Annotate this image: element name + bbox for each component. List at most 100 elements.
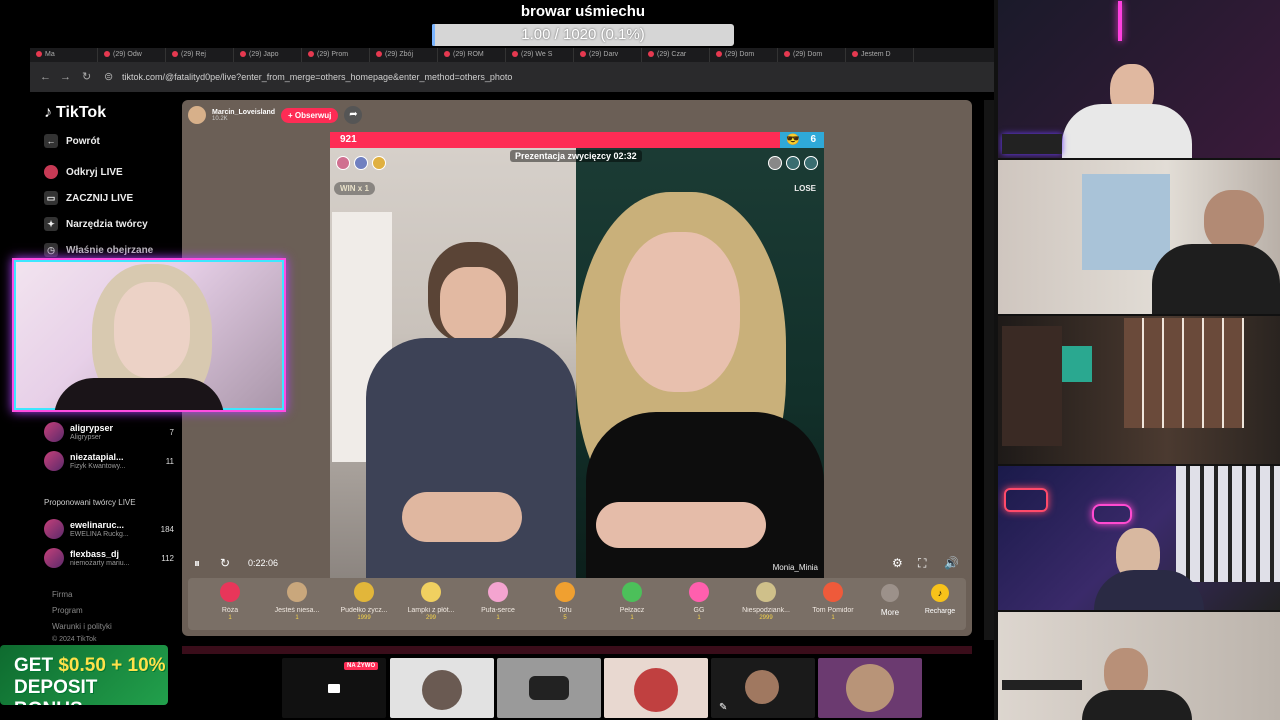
arrow-left-icon: ← bbox=[44, 134, 58, 148]
progress-bar: 1.00 / 1020 (0.1%) bbox=[432, 24, 734, 46]
window bbox=[1082, 174, 1170, 270]
stream-title: browar uśmiechu bbox=[520, 3, 646, 20]
live-thumbnail[interactable] bbox=[818, 658, 922, 718]
gift-item[interactable]: Niespodziank... 2999 bbox=[732, 582, 800, 621]
fullscreen-icon[interactable]: ⛶ bbox=[918, 556, 926, 571]
avatar bbox=[44, 519, 64, 539]
gift-name: Niespodziank... bbox=[742, 607, 790, 614]
chair bbox=[1002, 326, 1062, 446]
live-icon bbox=[44, 165, 58, 179]
gift-name: Tom Pomidor bbox=[812, 607, 854, 614]
watched-user[interactable]: aligrypser Aligrypser 7 bbox=[44, 422, 174, 442]
cam-body bbox=[1152, 244, 1280, 314]
live-thumbnail[interactable] bbox=[390, 658, 494, 718]
browser-tab[interactable]: Ma bbox=[30, 48, 98, 62]
browser-tab[interactable]: (29) Odw bbox=[98, 48, 166, 62]
reload-icon[interactable]: ↻ bbox=[82, 64, 91, 90]
surprise-icon bbox=[756, 582, 776, 602]
webcam-face bbox=[114, 282, 190, 378]
gift-item[interactable]: Tofu 5 bbox=[531, 582, 599, 621]
pause-icon[interactable]: ⏸ bbox=[194, 556, 200, 571]
sidebar-item-discover-live[interactable]: Odkryj LIVE bbox=[44, 165, 123, 179]
emoji-icon: 😎 bbox=[786, 134, 800, 146]
creeper-icon bbox=[622, 582, 642, 602]
supporter-avatar[interactable] bbox=[786, 156, 800, 170]
gift-item[interactable]: Pudełko życz... 1999 bbox=[330, 582, 398, 621]
gift-item[interactable]: Lampki z płót... 299 bbox=[397, 582, 465, 621]
browser-tab[interactable]: (29) Dom bbox=[710, 48, 778, 62]
gift-item[interactable]: GG 1 bbox=[665, 582, 733, 621]
volume-icon[interactable]: 🔊 bbox=[944, 556, 959, 570]
supporter-avatar[interactable] bbox=[804, 156, 818, 170]
host-avatar[interactable] bbox=[188, 106, 206, 124]
gift-item[interactable]: Tom Pomidor 1 bbox=[799, 582, 867, 621]
sidebar-item-creator-tools[interactable]: ✦ Narzędzia twórcy bbox=[44, 217, 148, 231]
tab-favicon-icon bbox=[240, 51, 246, 57]
browser-tab[interactable]: (29) Japo bbox=[234, 48, 302, 62]
settings-icon[interactable]: ⚙ bbox=[892, 556, 903, 570]
browser-tab[interactable]: (29) Prom bbox=[302, 48, 370, 62]
footer-link[interactable]: Warunki i polityki bbox=[52, 622, 112, 631]
tab-label: (29) Czar bbox=[657, 51, 687, 58]
left-streamer-video bbox=[330, 132, 576, 578]
share-icon[interactable]: ➦ bbox=[344, 106, 363, 124]
footer-link[interactable]: Program bbox=[52, 606, 83, 615]
address-bar[interactable]: ← → ↻ ⊜ tiktok.com/@fatalityd0pe/live?en… bbox=[30, 64, 994, 90]
more-gifts-button[interactable]: More bbox=[870, 584, 910, 617]
sidebar-item-recently-watched[interactable]: ◷ Właśnie obejrzane bbox=[44, 243, 153, 257]
supporter-avatar[interactable] bbox=[372, 156, 386, 170]
sidebar-item-start-live[interactable]: ▭ ZACZNIJ LIVE bbox=[44, 191, 133, 205]
pk-left-score: 921 bbox=[340, 134, 357, 145]
bonus-line-2: DEPOSIT BONUS bbox=[14, 677, 98, 705]
gift-item[interactable]: Pufa-serce 1 bbox=[464, 582, 532, 621]
gift-item[interactable]: Jesteś niesa... 1 bbox=[263, 582, 331, 621]
live-thumbnail[interactable] bbox=[604, 658, 708, 718]
url-text[interactable]: tiktok.com/@fatalityd0pe/live?enter_from… bbox=[122, 64, 512, 90]
watched-user[interactable]: niezatapial... Fizyk Kwantowy... 11 bbox=[44, 451, 174, 471]
host-bar: Marcin_Loveisland 10.2K + Obserwuj ➦ bbox=[188, 106, 363, 124]
tiktok-logo[interactable]: ♪ TikTok bbox=[44, 104, 106, 122]
gift-name: Pudełko życz... bbox=[340, 607, 388, 614]
supporter-avatar[interactable] bbox=[336, 156, 350, 170]
browser-tab[interactable]: Jestem D bbox=[846, 48, 914, 62]
gift-name: Jesteś niesa... bbox=[274, 607, 320, 614]
suggested-user[interactable]: ewelinaruc... EWELINA Ruckg... 184 bbox=[44, 519, 174, 539]
streamer-face bbox=[620, 232, 740, 392]
tab-label: (29) We S bbox=[521, 51, 553, 58]
browser-tab[interactable]: (29) Zbój bbox=[370, 48, 438, 62]
follow-button[interactable]: + Obserwuj bbox=[281, 107, 339, 123]
host-name[interactable]: Marcin_Loveisland bbox=[212, 109, 275, 116]
live-thumbnail[interactable]: ✎ bbox=[711, 658, 815, 718]
live-thumbnail[interactable]: NA ŻYWO bbox=[282, 658, 386, 718]
browser-tab[interactable]: (29) Czar bbox=[642, 48, 710, 62]
tab-label: Ma bbox=[45, 51, 55, 58]
streamer-face bbox=[440, 267, 506, 341]
suggested-user[interactable]: flexbass_dj niemożarty mariu... 112 bbox=[44, 548, 174, 568]
supporter-avatar[interactable] bbox=[768, 156, 782, 170]
forward-icon[interactable]: → bbox=[60, 64, 71, 90]
browser-tab[interactable]: (29) ROM bbox=[438, 48, 506, 62]
live-thumbnail[interactable] bbox=[497, 658, 601, 718]
back-icon[interactable]: ← bbox=[40, 64, 51, 90]
refresh-icon[interactable]: ↻ bbox=[220, 556, 230, 570]
gift-item[interactable]: Róża 1 bbox=[196, 582, 264, 621]
gift-name: Pufa-serce bbox=[481, 607, 515, 614]
tab-favicon-icon bbox=[580, 51, 586, 57]
neon-light bbox=[1118, 1, 1122, 41]
browser-tab[interactable]: (29) Rej bbox=[166, 48, 234, 62]
cam-face bbox=[1204, 190, 1264, 252]
streamer-hands bbox=[402, 492, 522, 542]
pk-battle-video[interactable]: Monia_Minia 921 6 😎 Prezentacja zwycięzc… bbox=[330, 132, 824, 578]
footer-link[interactable]: Firma bbox=[52, 590, 72, 599]
user-name: ewelinaruc... bbox=[70, 519, 125, 530]
user-subtitle: niemożarty mariu... bbox=[70, 559, 130, 567]
gift-item[interactable]: Pełzacz 1 bbox=[598, 582, 666, 621]
site-info-icon[interactable]: ⊜ bbox=[104, 64, 113, 90]
supporter-avatar[interactable] bbox=[354, 156, 368, 170]
tab-label: (29) Darv bbox=[589, 51, 619, 58]
browser-tab[interactable]: (29) Darv bbox=[574, 48, 642, 62]
recharge-button[interactable]: ♪ Recharge bbox=[918, 584, 962, 615]
browser-tab[interactable]: (29) Dom bbox=[778, 48, 846, 62]
browser-tab[interactable]: (29) We S bbox=[506, 48, 574, 62]
sidebar-item-back[interactable]: ← Powrót bbox=[44, 134, 100, 148]
